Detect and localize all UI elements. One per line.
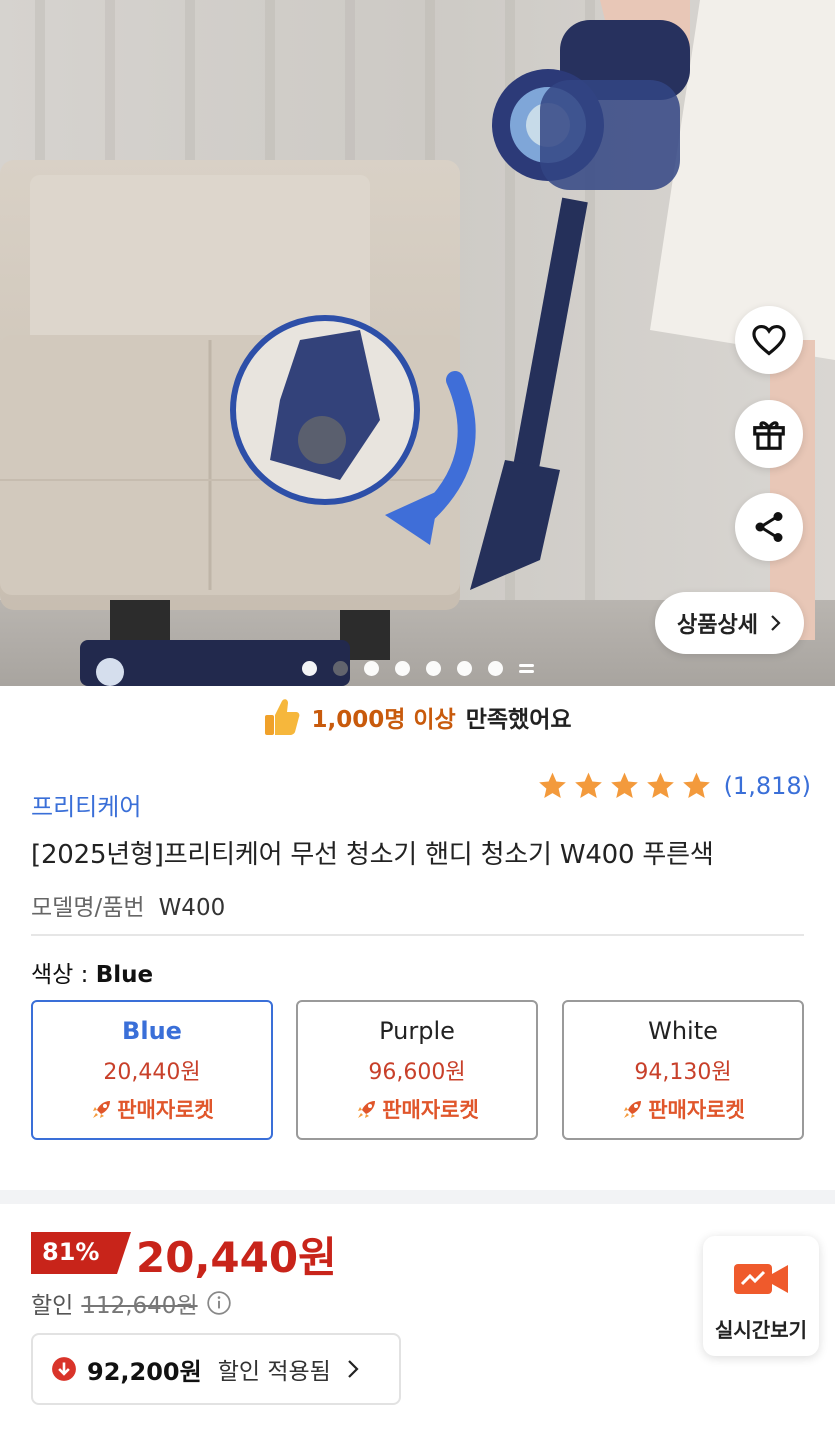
option-price: 20,440원 (103, 1060, 201, 1085)
satisfied-suffix: 만족했어요 (465, 707, 572, 733)
star-icon (610, 772, 638, 798)
color-option-white[interactable]: White 94,130원 판매자로켓 (562, 1000, 804, 1140)
carousel-dot[interactable] (425, 661, 441, 676)
carousel-dot[interactable] (394, 661, 410, 676)
rating[interactable]: (1,818) (536, 770, 811, 802)
original-price-row: 할인 112,640원 (31, 1286, 232, 1320)
section-separator (0, 1190, 835, 1204)
rocket-icon (93, 1101, 111, 1118)
final-price: 20,440원 (136, 1233, 337, 1282)
review-count[interactable]: (1,818) (724, 772, 811, 800)
satisfaction-banner: 1,000명 이상 만족했어요 (0, 686, 835, 748)
share-icon (755, 512, 783, 542)
product-title: [2025년형]프리티케어 무선 청소기 핸디 청소기 W400 푸른색 (31, 840, 714, 870)
carousel-more-indicator (518, 661, 534, 676)
carousel-dot-active[interactable] (332, 661, 348, 676)
badge-label: 판매자로켓 (648, 1098, 745, 1122)
divider (31, 934, 804, 936)
selected-color: Blue (95, 962, 154, 988)
model-number: 모델명/품번 W400 (31, 888, 225, 922)
brand-link[interactable]: 프리티케어 (31, 787, 141, 822)
coupon-label: 할인 적용됨 (217, 1359, 331, 1385)
color-selector-label: 색상 : Blue (31, 955, 153, 989)
color-label-text: 색상 : (31, 962, 89, 988)
option-name: Purple (379, 1017, 455, 1045)
product-detail-button[interactable]: 상품상세 (655, 592, 804, 654)
rocket-badge: 판매자로켓 (90, 1094, 214, 1124)
discount-label: 할인 (31, 1293, 74, 1319)
arrow-down-circle-icon (52, 1357, 76, 1381)
model-value: W400 (158, 895, 226, 921)
product-image-carousel[interactable]: 상품상세 (0, 0, 835, 686)
rocket-icon (624, 1101, 642, 1118)
carousel-dot[interactable] (363, 661, 379, 676)
carousel-dot[interactable] (301, 661, 317, 676)
star-icon (682, 772, 710, 798)
live-view-label: 실시간보기 (715, 1318, 807, 1342)
carousel-dot[interactable] (456, 661, 472, 676)
star-icon (538, 772, 566, 798)
gift-icon (753, 421, 785, 450)
badge-label: 판매자로켓 (117, 1098, 214, 1122)
discount-rate: 81% (42, 1238, 100, 1266)
rocket-badge: 판매자로켓 (621, 1094, 745, 1124)
option-price: 96,600원 (368, 1060, 466, 1085)
chevron-right-icon (348, 1360, 359, 1378)
option-price: 94,130원 (634, 1060, 732, 1085)
chevron-right-icon (771, 615, 781, 631)
live-view-button[interactable]: 실시간보기 (703, 1236, 819, 1356)
product-photo (0, 0, 835, 686)
info-icon[interactable] (206, 1290, 232, 1316)
gift-button[interactable] (735, 400, 803, 468)
discount-rate-badge: 81% (31, 1232, 131, 1278)
wishlist-button[interactable] (735, 306, 803, 374)
color-option-purple[interactable]: Purple 96,600원 판매자로켓 (296, 1000, 538, 1140)
star-icon (646, 772, 674, 798)
carousel-dot[interactable] (487, 661, 503, 676)
rocket-icon (358, 1101, 376, 1118)
share-button[interactable] (735, 493, 803, 561)
option-name: Blue (122, 1017, 182, 1045)
badge-label: 판매자로켓 (382, 1098, 479, 1122)
model-label: 모델명/품번 (31, 895, 145, 921)
coupon-discount-button[interactable]: 92,200원 할인 적용됨 (31, 1333, 401, 1405)
color-option-blue[interactable]: Blue 20,440원 판매자로켓 (31, 1000, 273, 1140)
carousel-indicator (0, 661, 835, 676)
star-icon (574, 772, 602, 798)
live-video-icon (734, 1264, 788, 1294)
thumbs-up-icon (265, 699, 300, 735)
satisfied-count: 1,000명 이상 (311, 707, 456, 733)
product-detail-label: 상품상세 (677, 613, 758, 638)
rocket-badge: 판매자로켓 (355, 1094, 479, 1124)
option-name: White (648, 1017, 718, 1045)
original-price: 112,640원 (81, 1293, 198, 1319)
coupon-amount: 92,200원 (87, 1357, 202, 1386)
heart-icon (752, 324, 786, 356)
